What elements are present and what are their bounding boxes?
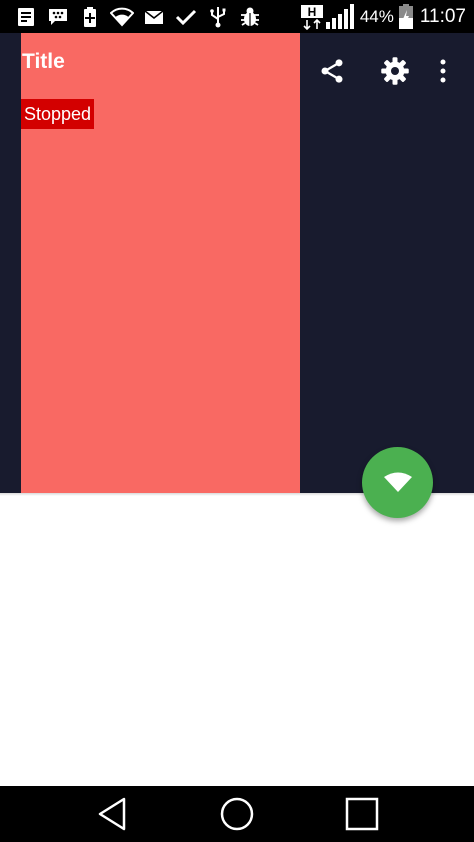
wifi-icon xyxy=(383,472,412,492)
home-icon xyxy=(220,797,254,831)
system-status: H 44% 11:07 xyxy=(300,0,466,33)
overflow-menu-icon xyxy=(440,59,446,83)
recents-button[interactable] xyxy=(342,794,382,834)
status-badge: Stopped xyxy=(21,99,95,129)
battery-icon xyxy=(398,3,413,29)
share-button[interactable] xyxy=(310,49,354,93)
wifi-icon xyxy=(110,7,134,26)
signal-icon xyxy=(325,3,354,29)
battery-percent: 44% xyxy=(359,6,394,26)
page-title: Title xyxy=(22,50,65,73)
check-icon xyxy=(175,9,197,25)
recents-icon xyxy=(345,797,379,831)
back-icon xyxy=(98,797,126,831)
usb-icon xyxy=(210,6,226,27)
network-type-icon: H xyxy=(300,4,323,30)
app-content: Title Stopped xyxy=(0,33,474,493)
bbm-icon xyxy=(49,8,67,25)
svg-text:H: H xyxy=(307,5,316,19)
battery-saver-icon xyxy=(84,6,96,27)
notes-icon xyxy=(18,7,34,26)
home-button[interactable] xyxy=(217,794,257,834)
clock: 11:07 xyxy=(419,5,466,27)
email-icon xyxy=(144,9,164,24)
settings-icon xyxy=(381,57,409,85)
status-bar: H 44% 11:07 xyxy=(0,0,474,33)
overflow-menu-button[interactable] xyxy=(432,49,454,93)
notification-icons xyxy=(14,4,270,29)
navigation-bar xyxy=(0,786,474,842)
settings-button[interactable] xyxy=(373,49,417,93)
wifi-fab-button[interactable] xyxy=(362,447,433,518)
share-icon xyxy=(321,59,343,83)
back-button[interactable] xyxy=(92,794,132,834)
debug-icon xyxy=(241,7,259,26)
